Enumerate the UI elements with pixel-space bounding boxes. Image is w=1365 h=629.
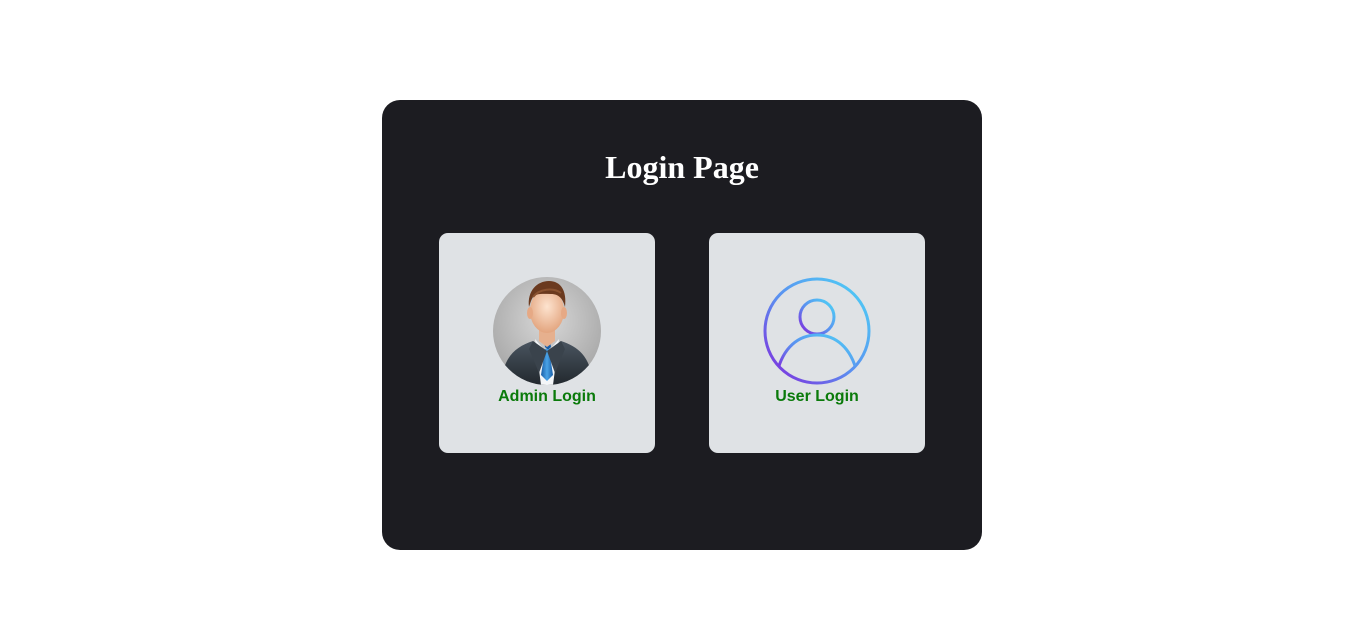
- login-panel: Login Page Admin Login User Login: [382, 100, 982, 550]
- admin-avatar-icon: [493, 277, 601, 385]
- user-login-label: User Login: [775, 388, 859, 405]
- user-outline-icon: [763, 277, 871, 385]
- admin-login-card[interactable]: Admin Login: [439, 233, 655, 453]
- user-login-card[interactable]: User Login: [709, 233, 925, 453]
- page-title: Login Page: [605, 149, 759, 185]
- admin-login-label: Admin Login: [498, 388, 596, 405]
